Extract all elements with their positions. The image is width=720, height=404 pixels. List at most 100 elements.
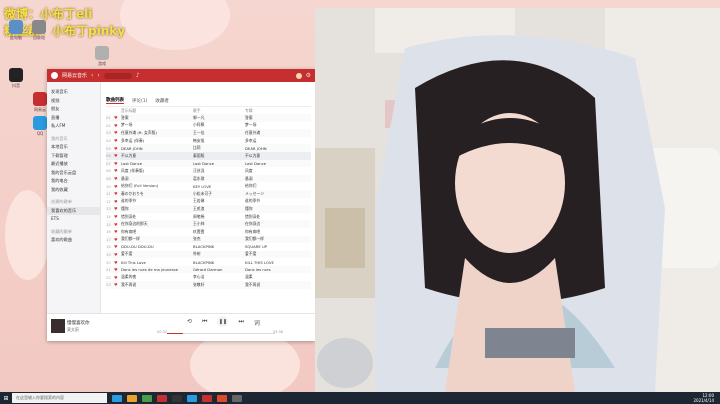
sidebar-item[interactable]: 发现音乐 xyxy=(51,88,100,97)
like-heart-icon[interactable]: ♥ xyxy=(114,176,121,181)
system-clock[interactable]: 12:00 2021/4/14 xyxy=(693,393,714,403)
song-artist[interactable]: 王小帅 xyxy=(193,221,245,227)
like-heart-icon[interactable]: ♥ xyxy=(114,244,121,249)
song-album[interactable]: 任意外滩 xyxy=(245,130,275,136)
song-artist[interactable]: 葛东琪 xyxy=(193,176,245,182)
desktop-icon[interactable]: 抖音 xyxy=(4,68,28,89)
like-heart-icon[interactable]: ♥ xyxy=(114,153,121,158)
lyrics-icon[interactable]: 词 xyxy=(254,318,260,327)
like-heart-icon[interactable]: ♥ xyxy=(114,214,121,219)
column-header[interactable]: 专辑 xyxy=(245,108,275,114)
tab-item[interactable]: 收藏者 xyxy=(155,98,169,104)
song-row[interactable]: 07 ♥ Lost Dance Lost Dance Lost Dance xyxy=(106,159,311,168)
back-arrow-icon[interactable]: ‹ xyxy=(91,72,93,79)
song-row[interactable]: 06 ♥ 不以为意 泰国版 不以为意 xyxy=(106,151,311,160)
song-row[interactable]: 13 ♥ 懂你 王贰浪 懂你 xyxy=(106,205,311,213)
song-row[interactable]: 18 ♥ DDU-DU DDU-DU BLACKPINK SQUARE UP xyxy=(106,243,311,251)
column-header[interactable]: 音乐标题 xyxy=(121,108,193,114)
settings-icon[interactable]: ⚙ xyxy=(306,72,311,79)
song-album[interactable]: 懂你 xyxy=(245,206,275,212)
sidebar-item[interactable]: 直播 xyxy=(51,114,100,123)
song-row[interactable]: 15 ♥ 在你身边的那天 王小帅 在你身边 xyxy=(106,220,311,228)
song-row[interactable]: 16 ♥ 你有病吧 玖壹壹 你有病吧 xyxy=(106,228,311,236)
like-heart-icon[interactable]: ♥ xyxy=(114,252,121,257)
taskbar-app-icon[interactable] xyxy=(202,394,212,402)
desktop-icon[interactable]: 此电脑 xyxy=(4,20,28,41)
song-artist[interactable]: 王贰浪 xyxy=(193,206,245,212)
song-artist[interactable]: Gérard Darmon xyxy=(193,267,245,272)
column-header[interactable]: 歌手 xyxy=(193,108,245,114)
song-album[interactable]: 给你们 xyxy=(245,183,275,189)
song-album[interactable]: 我们都一样 xyxy=(245,236,275,242)
like-heart-icon[interactable]: ♥ xyxy=(114,146,121,151)
search-input[interactable] xyxy=(103,72,132,79)
sidebar-item[interactable]: 我的音乐云盘 xyxy=(51,169,100,178)
song-artist[interactable]: 泰国版 xyxy=(193,153,245,159)
play-pause-button[interactable]: ❚❚ xyxy=(217,316,229,327)
taskbar-app-icon[interactable] xyxy=(187,394,197,402)
song-album[interactable]: メッセージ xyxy=(245,191,275,197)
song-album[interactable]: 风度 xyxy=(245,168,275,174)
song-album[interactable]: Lost Dance xyxy=(245,161,275,166)
avatar[interactable] xyxy=(295,72,302,79)
like-heart-icon[interactable]: ♥ xyxy=(114,229,121,234)
song-artist[interactable]: 张杰 xyxy=(193,236,245,242)
sidebar-item[interactable]: 下载管理 xyxy=(51,152,100,161)
windows-start-button[interactable]: ⊞ xyxy=(0,392,12,404)
song-row[interactable]: 19 ♥ 爱不爱 朴树 爱不爱 xyxy=(106,250,311,259)
song-row[interactable]: 14 ♥ 错到深处 周笔畅 错到深处 xyxy=(106,213,311,221)
like-heart-icon[interactable]: ♥ xyxy=(114,237,121,242)
song-row[interactable]: 05 ♥ DEAR JOHN 比莉 DEAR JOHN xyxy=(106,144,311,152)
forward-arrow-icon[interactable]: › xyxy=(97,72,99,79)
desktop-icon[interactable]: 回收站 xyxy=(27,20,51,41)
song-album[interactable]: DEAR JOHN xyxy=(245,146,275,151)
like-heart-icon[interactable]: ♥ xyxy=(114,138,121,143)
song-artist[interactable]: 周笔畅 xyxy=(193,214,245,220)
song-artist[interactable]: 小松未可子 xyxy=(193,191,245,197)
sidebar-item[interactable]: 私人FM xyxy=(51,122,100,131)
song-artist[interactable]: KEY LOVE xyxy=(193,184,245,189)
song-row[interactable]: 01 ♥ 答案 郭一凡 答案 xyxy=(106,114,311,122)
song-artist[interactable]: Lost Dance xyxy=(193,161,245,166)
song-artist[interactable]: 比莉 xyxy=(193,145,245,151)
song-row[interactable]: 10 ♥ 给你们 (Full Version) KEY LOVE 给你们 xyxy=(106,182,311,190)
song-row[interactable]: 23 ♥ 我不再说 张敬轩 我不再说 xyxy=(106,281,311,289)
album-cover[interactable] xyxy=(51,319,65,333)
song-album[interactable]: 谁的季节 xyxy=(245,198,275,204)
like-heart-icon[interactable]: ♥ xyxy=(114,222,121,227)
like-heart-icon[interactable]: ♥ xyxy=(114,115,121,120)
like-heart-icon[interactable]: ♥ xyxy=(114,267,121,272)
progress-bar[interactable] xyxy=(167,333,275,334)
taskbar-app-icon[interactable] xyxy=(112,394,122,402)
sidebar-item[interactable]: 朋友 xyxy=(51,105,100,114)
song-row[interactable]: 09 ♥ 悬溺 葛东琪 悬溺 xyxy=(106,174,311,183)
like-heart-icon[interactable]: ♥ xyxy=(114,161,121,166)
song-artist[interactable]: 汪苏泷 xyxy=(193,168,245,174)
taskbar-app-icon[interactable] xyxy=(157,394,167,402)
song-album[interactable]: 温柔 xyxy=(245,274,275,280)
sidebar-item[interactable]: ETS xyxy=(51,215,100,224)
sidebar-item[interactable]: 我的收藏 xyxy=(51,186,100,195)
sidebar-item[interactable]: 本地音乐 xyxy=(51,143,100,152)
song-row[interactable]: 20 ♥ Kill This Love BLACKPINK KILL THIS LOVE xyxy=(106,258,311,266)
tab-item[interactable]: 评论(1) xyxy=(132,98,147,104)
taskbar-app-icon[interactable] xyxy=(127,394,137,402)
sidebar-item[interactable]: 视频 xyxy=(51,97,100,106)
song-artist[interactable]: 玖壹壹 xyxy=(193,229,245,235)
taskbar-app-icon[interactable] xyxy=(217,394,227,402)
song-album[interactable]: 我不再说 xyxy=(245,282,275,288)
taskbar-app-icon[interactable] xyxy=(232,394,242,402)
song-album[interactable]: 爱不爱 xyxy=(245,251,275,257)
song-artist[interactable]: 王若琳 xyxy=(193,198,245,204)
like-heart-icon[interactable]: ♥ xyxy=(114,191,121,196)
song-artist[interactable]: 小阿枫 xyxy=(193,122,245,128)
song-row[interactable]: 02 ♥ 梦一场 小阿枫 梦一场 xyxy=(106,122,311,130)
sidebar-item[interactable]: 最近播放 xyxy=(51,160,100,169)
song-artist[interactable]: 朴树 xyxy=(193,251,245,257)
song-row[interactable]: 03 ♥ 任意外滩 (ft. 女声版) 王一佳 任意外滩 xyxy=(106,129,311,137)
like-heart-icon[interactable]: ♥ xyxy=(114,123,121,128)
loop-icon[interactable]: ⟲ xyxy=(187,318,192,327)
song-row[interactable]: 08 ♥ 风度 (伴奏版) 汪苏泷 风度 xyxy=(106,167,311,175)
next-button[interactable]: ⏭ xyxy=(238,318,243,327)
song-artist[interactable]: 张敬轩 xyxy=(193,282,245,288)
